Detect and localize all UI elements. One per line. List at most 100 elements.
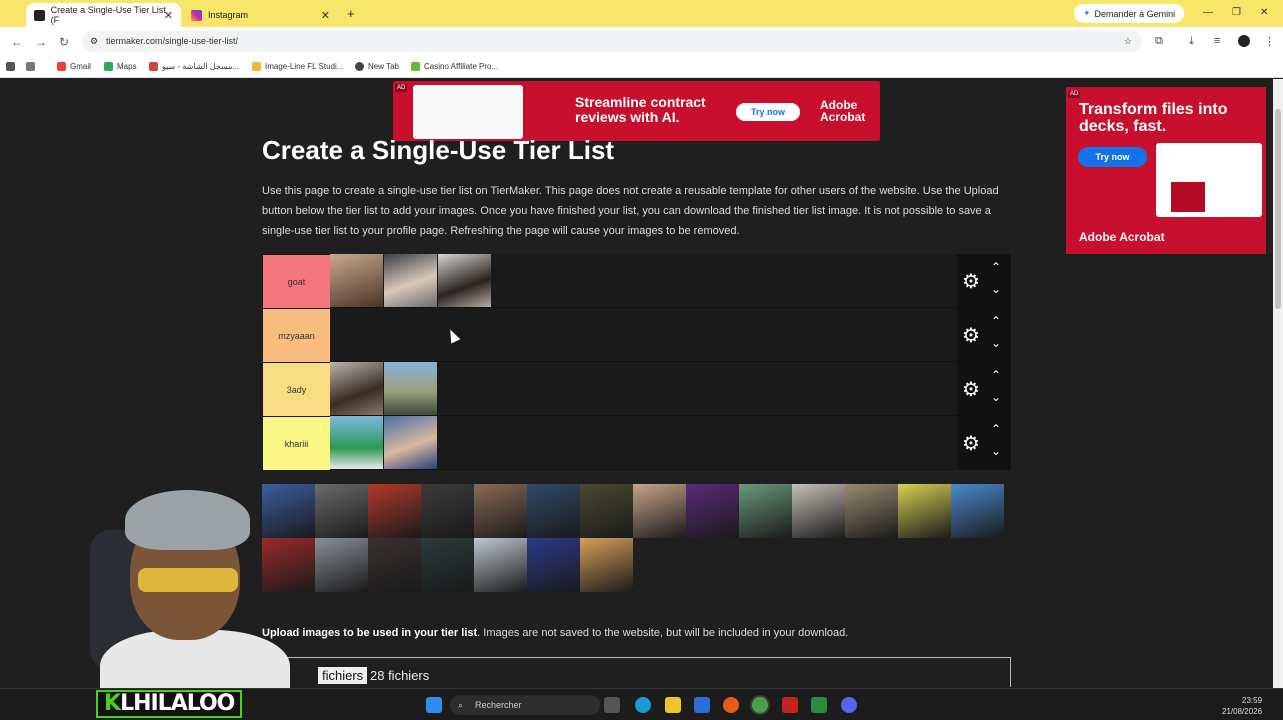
media-icon[interactable]: ≡ bbox=[1214, 35, 1220, 47]
bookmark-gmail[interactable]: Gmail bbox=[57, 62, 91, 71]
firefox-icon[interactable] bbox=[723, 697, 739, 713]
system-clock[interactable]: 23:59 21/08/2026 bbox=[1222, 695, 1262, 717]
gear-icon[interactable]: ⚙ bbox=[962, 323, 980, 348]
sunglasses bbox=[138, 568, 238, 592]
terminal-app-icon[interactable] bbox=[811, 697, 827, 713]
maps-icon bbox=[104, 62, 113, 71]
chevron-down-icon[interactable]: ⌄ bbox=[991, 282, 1001, 296]
pool-image[interactable] bbox=[315, 484, 368, 538]
pool-image[interactable] bbox=[474, 484, 527, 538]
clock-time: 23:59 bbox=[1242, 696, 1263, 705]
tier-image[interactable] bbox=[384, 254, 437, 307]
pool-image[interactable] bbox=[368, 538, 421, 592]
chevron-up-icon[interactable]: ⌃ bbox=[991, 260, 1001, 274]
pool-image[interactable] bbox=[580, 484, 633, 538]
profile-avatar[interactable] bbox=[1238, 35, 1250, 47]
tab-tiermaker[interactable]: Create a Single-Use Tier List (F ✕ bbox=[26, 3, 181, 27]
tier-label[interactable]: khariii bbox=[263, 417, 330, 470]
pool-image[interactable] bbox=[739, 484, 792, 538]
store-icon[interactable] bbox=[694, 697, 710, 713]
ad-banner-top[interactable]: AD Streamline contract reviews with AI. … bbox=[393, 81, 880, 141]
tier-image[interactable] bbox=[438, 254, 491, 307]
bookmark-maps[interactable]: Maps bbox=[104, 62, 137, 71]
back-icon[interactable]: ← bbox=[11, 35, 23, 49]
chevron-up-icon[interactable]: ⌃ bbox=[991, 368, 1001, 382]
extensions-icon[interactable]: ⧉ bbox=[1155, 35, 1163, 48]
pool-image[interactable] bbox=[527, 538, 580, 592]
pool-image[interactable] bbox=[633, 484, 686, 538]
chevron-up-icon[interactable]: ⌃ bbox=[991, 314, 1001, 328]
forward-icon[interactable]: → bbox=[35, 35, 47, 49]
tab-instagram[interactable]: Instagram ✕ bbox=[183, 3, 338, 27]
tier-list: goat ⚙ ⌃ ⌄ mzyaaan ⚙ ⌃ ⌄ 3ady ⚙ ⌃ ⌄ khar… bbox=[262, 254, 1011, 470]
new-tab-button[interactable]: + bbox=[347, 6, 355, 21]
tier-items[interactable] bbox=[330, 254, 492, 308]
edge-icon[interactable] bbox=[635, 697, 651, 713]
tier-image[interactable] bbox=[384, 416, 437, 469]
scrollbar-thumb[interactable] bbox=[1275, 109, 1281, 309]
bookmark-fl-studio[interactable]: Image-Line FL Studi... bbox=[252, 62, 343, 71]
tier-label[interactable]: mzyaaan bbox=[263, 309, 330, 362]
pool-image[interactable] bbox=[792, 484, 845, 538]
bookmark-screen-recorder[interactable]: مسجل الشاشة - سيو... bbox=[149, 62, 239, 71]
close-window-icon[interactable]: ✕ bbox=[1260, 7, 1268, 18]
page-scrollbar[interactable] bbox=[1273, 79, 1283, 688]
task-view-icon[interactable] bbox=[604, 697, 620, 713]
tier-image[interactable] bbox=[330, 254, 383, 307]
reload-icon[interactable]: ↻ bbox=[59, 35, 69, 49]
tier-image[interactable] bbox=[384, 362, 437, 415]
app-icon[interactable] bbox=[782, 697, 798, 713]
pool-image[interactable] bbox=[421, 484, 474, 538]
pool-image[interactable] bbox=[951, 484, 1004, 538]
windows-start-icon[interactable] bbox=[426, 697, 442, 713]
ad-banner-side[interactable]: AD Transform files into decks, fast. Try… bbox=[1066, 87, 1266, 254]
ad-try-now-button[interactable]: Try now bbox=[1078, 147, 1147, 167]
discord-icon[interactable] bbox=[841, 697, 857, 713]
choose-files-button[interactable]: fichiers bbox=[318, 667, 368, 684]
tab-search-icon[interactable] bbox=[6, 62, 19, 71]
tier-label[interactable]: 3ady bbox=[263, 363, 330, 416]
instagram-favicon-icon bbox=[191, 9, 202, 21]
gear-icon[interactable]: ⚙ bbox=[962, 377, 980, 402]
pool-image[interactable] bbox=[527, 484, 580, 538]
bookmark-star-icon[interactable]: ☆ bbox=[1124, 31, 1132, 52]
pool-image[interactable] bbox=[474, 538, 527, 592]
taskbar-search[interactable]: ⌕ Rechercher bbox=[450, 695, 600, 715]
site-info-icon[interactable]: ⚙ bbox=[90, 31, 98, 52]
close-tab-icon[interactable]: ✕ bbox=[321, 9, 330, 22]
file-input[interactable]: fichiers 28 fichiers bbox=[262, 657, 1011, 687]
menu-icon[interactable]: ⋮ bbox=[1264, 35, 1275, 48]
ad-try-now-button[interactable]: Try now bbox=[736, 103, 800, 121]
gear-icon[interactable]: ⚙ bbox=[962, 269, 980, 294]
tier-items[interactable] bbox=[330, 362, 438, 416]
pool-image[interactable] bbox=[898, 484, 951, 538]
chevron-down-icon[interactable]: ⌄ bbox=[991, 390, 1001, 404]
chevron-down-icon[interactable]: ⌄ bbox=[991, 336, 1001, 350]
tier-items[interactable] bbox=[330, 416, 438, 470]
apps-icon[interactable] bbox=[26, 62, 39, 71]
gemini-button[interactable]: ✦ Demander à Gemini bbox=[1074, 4, 1185, 23]
tier-row: goat ⚙ ⌃ ⌄ bbox=[262, 254, 1011, 308]
file-explorer-icon[interactable] bbox=[665, 697, 681, 713]
pool-image[interactable] bbox=[845, 484, 898, 538]
minimize-icon[interactable]: — bbox=[1203, 7, 1213, 18]
pool-image[interactable] bbox=[580, 538, 633, 592]
pool-image[interactable] bbox=[368, 484, 421, 538]
bookmark-casino[interactable]: Casino Affiliate Pro... bbox=[411, 62, 498, 71]
gear-icon[interactable]: ⚙ bbox=[962, 431, 980, 456]
tier-image[interactable] bbox=[330, 416, 383, 469]
maximize-icon[interactable]: ❐ bbox=[1232, 7, 1241, 18]
download-icon[interactable]: ⤓ bbox=[1189, 35, 1194, 48]
tier-label[interactable]: goat bbox=[263, 255, 330, 308]
image-pool bbox=[262, 484, 1012, 592]
chevron-up-icon[interactable]: ⌃ bbox=[991, 422, 1001, 436]
chrome-icon[interactable] bbox=[752, 697, 768, 713]
close-tab-icon[interactable]: ✕ bbox=[164, 9, 173, 22]
pool-image[interactable] bbox=[315, 538, 368, 592]
pool-image[interactable] bbox=[421, 538, 474, 592]
bookmark-new-tab[interactable]: New Tab bbox=[355, 62, 399, 71]
address-bar[interactable]: ⚙ tiermaker.com/single-use-tier-list/ ☆ bbox=[82, 31, 1142, 52]
tier-image[interactable] bbox=[330, 362, 383, 415]
chevron-down-icon[interactable]: ⌄ bbox=[991, 444, 1001, 458]
pool-image[interactable] bbox=[686, 484, 739, 538]
